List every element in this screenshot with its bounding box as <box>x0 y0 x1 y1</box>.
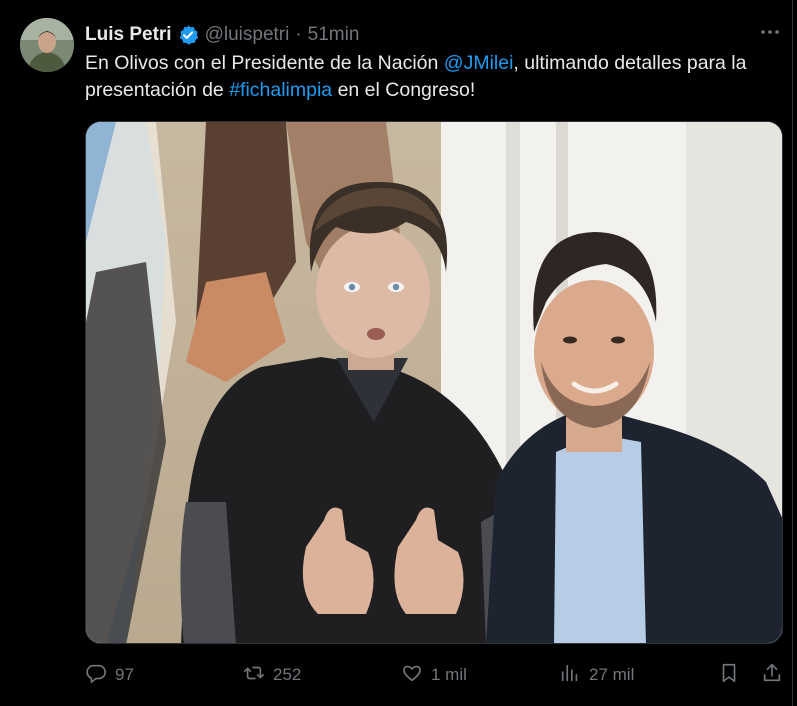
tweet-text-part: en el Congreso! <box>332 79 476 101</box>
tweet-photo[interactable] <box>85 121 783 644</box>
tweet-text-part: En Olivos con el Presidente de la Nación <box>85 52 444 74</box>
author-handle[interactable]: @luispetri <box>205 24 290 46</box>
tweet-header: Luis Petri @luispetri · 51min <box>85 22 359 48</box>
reply-count: 97 <box>115 665 134 684</box>
reply-button[interactable]: 97 <box>85 660 134 690</box>
repost-count: 252 <box>273 665 302 684</box>
timeline-border <box>792 0 793 706</box>
more-icon[interactable] <box>758 20 782 44</box>
share-button[interactable] <box>761 660 783 690</box>
views-button[interactable]: 27 mil <box>559 660 634 690</box>
share-icon <box>761 662 783 689</box>
bookmark-button[interactable] <box>718 660 740 690</box>
bookmark-icon <box>718 662 740 689</box>
separator-dot: · <box>295 24 302 45</box>
verified-badge-icon <box>177 24 199 46</box>
tweet[interactable]: Luis Petri @luispetri · 51min En Olivos … <box>0 0 797 706</box>
repost-button[interactable]: 252 <box>243 660 301 690</box>
avatar[interactable] <box>20 18 74 72</box>
mention-link[interactable]: @JMilei <box>444 52 514 74</box>
tweet-actions: 97 252 1 mil 27 mil <box>85 660 785 690</box>
heart-icon <box>401 662 423 689</box>
reply-icon <box>85 662 107 689</box>
views-count: 27 mil <box>589 665 635 684</box>
views-icon <box>559 662 581 689</box>
like-count: 1 mil <box>431 665 467 684</box>
tweet-text: En Olivos con el Presidente de la Nación… <box>85 50 785 104</box>
timestamp[interactable]: 51min <box>308 24 360 46</box>
repost-icon <box>243 662 265 689</box>
like-button[interactable]: 1 mil <box>401 660 467 690</box>
author-name[interactable]: Luis Petri <box>85 24 172 46</box>
hashtag-link[interactable]: #fichalimpia <box>229 79 332 101</box>
